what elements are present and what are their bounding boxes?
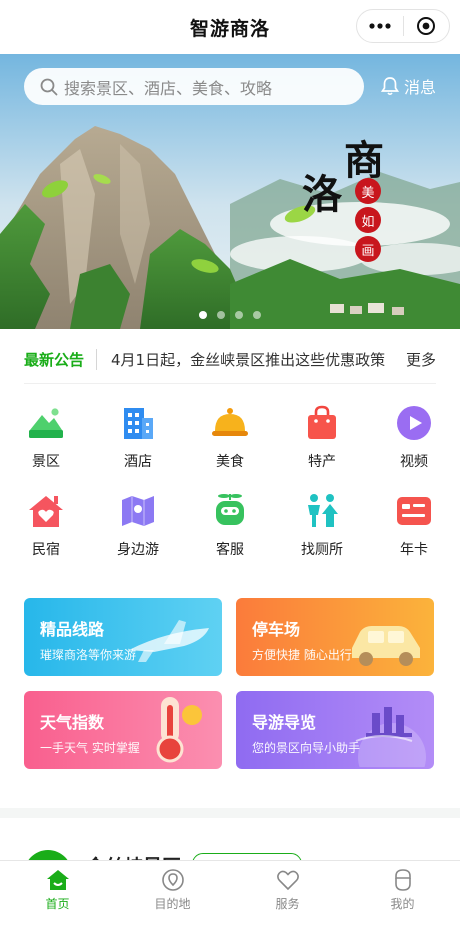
carousel-indicator (0, 311, 460, 319)
restroom-icon (303, 492, 341, 530)
robot-icon (211, 492, 249, 530)
seal-char-3: 画 (355, 236, 381, 262)
announcement-bar[interactable]: 最新公告 4月1日起，金丝峡景区推出这些优惠政策 更多 (24, 336, 436, 384)
bell-icon (380, 77, 399, 96)
messages-button[interactable]: 消息 (380, 74, 436, 98)
shopping-bag-icon (303, 404, 341, 442)
thermometer-sun-icon (156, 697, 202, 763)
announcement-more-link[interactable]: 更多 (406, 349, 436, 370)
card-guide[interactable]: 导游导览 您的景区向导小助手 (236, 691, 434, 769)
announcement-text[interactable]: 4月1日起，金丝峡景区推出这些优惠政策 (111, 349, 396, 370)
grid-label: 美食 (216, 454, 244, 470)
tab-label: 服务 (275, 897, 300, 911)
profile-icon (394, 869, 411, 891)
carousel-dot[interactable] (235, 311, 243, 319)
hero-banner[interactable]: 搜索景区、酒店、美食、攻略 消息 商 洛 美 如 画 (0, 54, 460, 329)
play-icon (395, 404, 433, 442)
location-icon (161, 869, 184, 891)
house-heart-icon (27, 492, 65, 530)
tab-destination[interactable]: 目的地 (115, 861, 230, 930)
section-separator (0, 808, 460, 818)
tab-label: 目的地 (154, 897, 191, 911)
carousel-dot-active[interactable] (199, 311, 207, 319)
tab-label: 首页 (45, 897, 70, 911)
calligraphy-char-1: 商 (344, 137, 384, 184)
card-premium-routes[interactable]: 精品线路 璀璨商洛等你来游 (24, 598, 222, 676)
scenic-list-preview[interactable]: 金丝峡景区 (0, 818, 460, 860)
grid-label: 酒店 (124, 454, 152, 470)
navigation-bar: 智游商洛 (0, 0, 460, 54)
more-dots-icon (369, 23, 391, 29)
grid-label: 客服 (216, 542, 244, 558)
mini-program-capsule (356, 9, 450, 43)
target-close-icon (417, 17, 436, 35)
seal-char-1: 美 (355, 178, 381, 204)
grid-item-food[interactable]: 美食 (184, 404, 276, 492)
grid-item-specialty[interactable]: 特产 (276, 404, 368, 492)
building-icon (119, 404, 157, 442)
search-placeholder: 搜索景区、酒店、美食、攻略 (64, 78, 273, 98)
carousel-dot[interactable] (217, 311, 225, 319)
grid-label: 民宿 (32, 542, 60, 558)
scenic-title: 金丝峡景区 (86, 852, 181, 860)
card-parking[interactable]: 停车场 方便快捷 随心出行 (236, 598, 434, 676)
tab-home[interactable]: 首页 (0, 861, 115, 930)
seal-char-2: 如 (355, 207, 381, 233)
grid-label: 特产 (308, 454, 336, 470)
heart-icon (276, 870, 299, 891)
grid-item-homestay[interactable]: 民宿 (0, 492, 92, 580)
service-grid-row: 民宿 身边游 客服 找厕所 年卡 (0, 492, 460, 580)
grid-item-hotel[interactable]: 酒店 (92, 404, 184, 492)
map-icon (119, 492, 157, 530)
airplane-icon (129, 620, 209, 662)
carousel-dot[interactable] (253, 311, 261, 319)
scenic-avatar (24, 850, 72, 860)
grid-item-restroom[interactable]: 找厕所 (276, 492, 368, 580)
more-options-button[interactable] (357, 10, 403, 42)
tab-profile[interactable]: 我的 (345, 861, 460, 930)
messages-label: 消息 (403, 78, 436, 97)
grid-label: 身边游 (117, 542, 159, 558)
grid-label: 年卡 (400, 542, 428, 558)
tab-bar: 首页 目的地 服务 我的 (0, 860, 460, 930)
grid-label: 视频 (400, 454, 428, 470)
food-cloche-icon (211, 404, 249, 442)
grid-label: 找厕所 (301, 542, 343, 558)
grid-item-customer-service[interactable]: 客服 (184, 492, 276, 580)
card-weather[interactable]: 天气指数 一手天气 实时掌握 (24, 691, 222, 769)
tab-label: 我的 (390, 897, 415, 911)
mountain-icon (27, 404, 65, 442)
announcement-label: 最新公告 (24, 349, 98, 370)
grid-item-scenic[interactable]: 景区 (0, 404, 92, 492)
service-grid-row: 景区 酒店 美食 特产 视频 (0, 404, 460, 492)
car-icon (352, 626, 420, 666)
card-icon (395, 492, 433, 530)
search-bar[interactable]: 搜索景区、酒店、美食、攻略 (24, 68, 364, 105)
service-grid: 景区 酒店 美食 特产 视频 民宿 身边游 客服 找厕所 年卡 (0, 404, 460, 580)
tab-services[interactable]: 服务 (230, 861, 345, 930)
landmark-icon (355, 707, 426, 767)
close-mini-program-button[interactable] (404, 10, 450, 42)
scenic-tag (192, 853, 302, 860)
page-title: 智游商洛 (189, 17, 270, 40)
grid-item-nearby[interactable]: 身边游 (92, 492, 184, 580)
calligraphy-char-2: 洛 (302, 171, 342, 218)
search-icon (40, 78, 58, 95)
home-icon (46, 870, 69, 890)
grid-label: 景区 (32, 454, 60, 470)
grid-item-video[interactable]: 视频 (368, 404, 460, 492)
grid-item-annual-card[interactable]: 年卡 (368, 492, 460, 580)
